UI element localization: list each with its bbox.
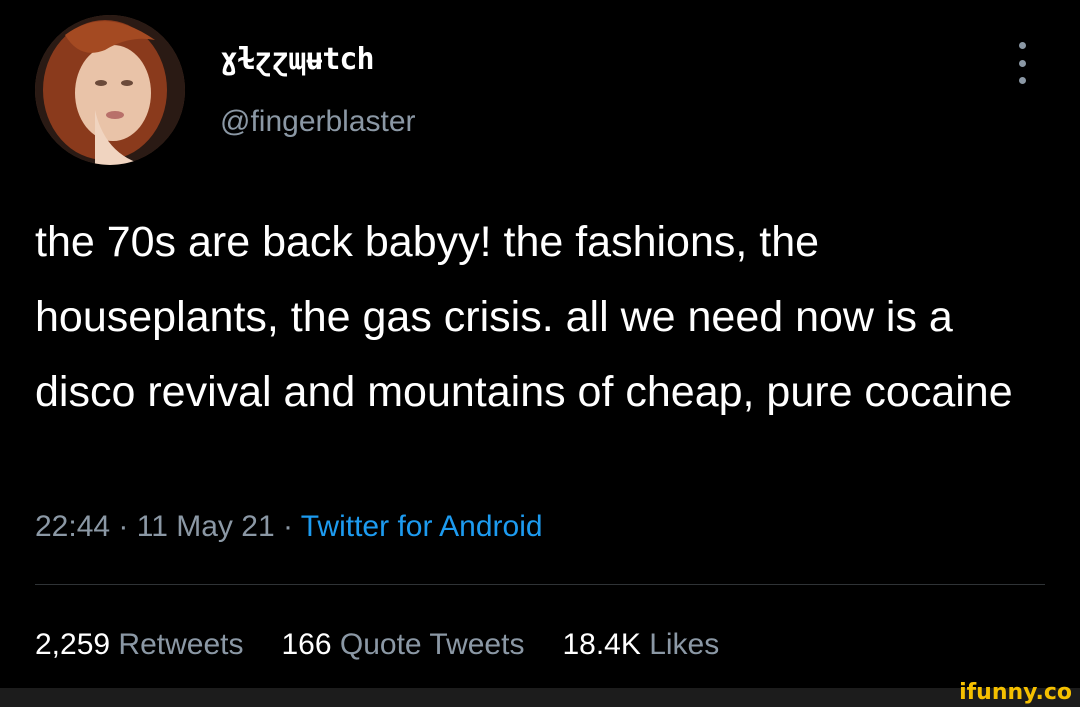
tweet-meta: 22:44 · 11 May 21 · Twitter for Android — [35, 510, 543, 544]
retweets-count: 2,259 — [35, 628, 111, 661]
tweet-source[interactable]: Twitter for Android — [301, 510, 543, 543]
dot — [1018, 42, 1026, 49]
meta-separator: · — [282, 510, 293, 543]
avatar-image — [35, 15, 185, 165]
avatar[interactable] — [35, 15, 185, 165]
user-handle[interactable]: @fingerblaster — [220, 105, 416, 139]
divider — [35, 584, 1045, 585]
tweet-stats: 2,259 Retweets 166 Quote Tweets 18.4K Li… — [35, 628, 719, 662]
tweet: ɣɫɀɀɰʉtch @fingerblaster the 70s are bac… — [0, 0, 1080, 688]
dot — [1018, 59, 1026, 67]
retweets-label: Retweets — [118, 628, 244, 661]
retweets-stat[interactable]: 2,259 Retweets — [35, 628, 243, 662]
quote-tweets-count: 166 — [281, 628, 332, 661]
dot — [1018, 77, 1026, 84]
likes-stat[interactable]: 18.4K Likes — [562, 628, 719, 662]
quote-tweets-stat[interactable]: 166 Quote Tweets — [281, 628, 524, 662]
tweet-date[interactable]: 11 May 21 — [137, 510, 275, 543]
meta-separator: · — [118, 510, 129, 543]
ifunny-watermark: ifunny.co — [959, 680, 1072, 705]
tweet-text: the 70s are back babyy! the fashions, th… — [35, 218, 1013, 416]
quote-tweets-label: Quote Tweets — [339, 628, 525, 661]
watermark-bar — [0, 688, 1080, 707]
likes-label: Likes — [649, 628, 720, 661]
more-vertical-icon[interactable] — [1014, 42, 1030, 84]
tweet-time[interactable]: 22:44 — [35, 510, 110, 543]
display-name[interactable]: ɣɫɀɀɰʉtch — [220, 42, 375, 77]
likes-count: 18.4K — [562, 628, 641, 661]
